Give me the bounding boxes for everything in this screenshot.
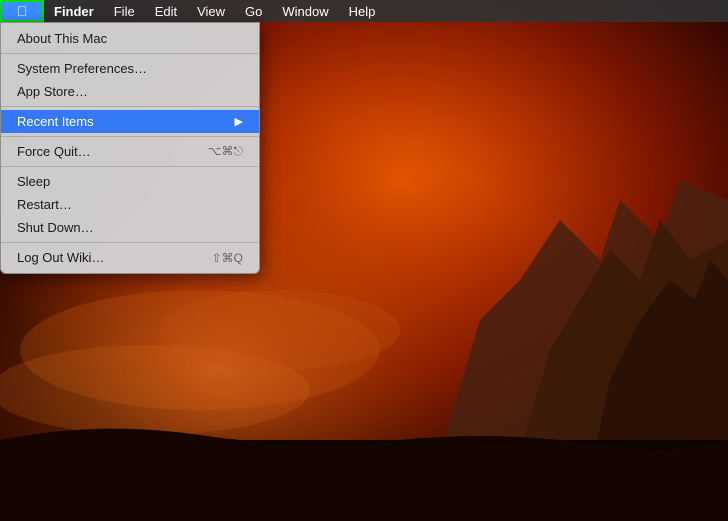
menubar-item-finder[interactable]: Finder [44, 0, 104, 22]
menubar-item-view[interactable]: View [187, 0, 235, 22]
menubar:  Finder File Edit View Go Window Help [0, 0, 728, 22]
menu-item-force-quit-label: Force Quit… [17, 144, 208, 159]
menu-divider-4 [1, 166, 259, 167]
menu-item-logout[interactable]: Log Out Wiki… ⇧⌘Q [1, 246, 259, 269]
menu-divider-1 [1, 53, 259, 54]
menu-item-force-quit-shortcut: ⌥⌘⎋ [208, 144, 243, 159]
menu-item-sleep-label: Sleep [17, 174, 243, 189]
menubar-items: Finder File Edit View Go Window Help [44, 0, 728, 22]
menu-item-restart[interactable]: Restart… [1, 193, 259, 216]
menubar-item-window[interactable]: Window [272, 0, 338, 22]
menu-item-system-prefs-label: System Preferences… [17, 61, 243, 76]
submenu-arrow-icon: ▶ [235, 115, 243, 128]
menu-item-system-prefs[interactable]: System Preferences… [1, 57, 259, 80]
apple-logo-icon:  [17, 4, 28, 18]
menu-item-app-store[interactable]: App Store… [1, 80, 259, 103]
menu-divider-3 [1, 136, 259, 137]
menubar-item-help[interactable]: Help [339, 0, 386, 22]
menu-item-shutdown[interactable]: Shut Down… [1, 216, 259, 239]
menubar-item-edit[interactable]: Edit [145, 0, 187, 22]
menu-item-logout-label: Log Out Wiki… [17, 250, 212, 265]
apple-menu-button[interactable]:  [0, 0, 44, 22]
apple-dropdown-menu: About This Mac System Preferences… App S… [0, 22, 260, 274]
menu-item-recent-items[interactable]: Recent Items ▶ [1, 110, 259, 133]
menu-item-force-quit[interactable]: Force Quit… ⌥⌘⎋ [1, 140, 259, 163]
menu-item-about[interactable]: About This Mac [1, 27, 259, 50]
menu-item-recent-items-label: Recent Items [17, 114, 235, 129]
menu-item-restart-label: Restart… [17, 197, 243, 212]
menu-divider-2 [1, 106, 259, 107]
menu-item-app-store-label: App Store… [17, 84, 243, 99]
menu-item-about-label: About This Mac [17, 31, 243, 46]
menu-divider-5 [1, 242, 259, 243]
menubar-item-go[interactable]: Go [235, 0, 272, 22]
menu-item-sleep[interactable]: Sleep [1, 170, 259, 193]
menu-item-logout-shortcut: ⇧⌘Q [212, 251, 243, 265]
menubar-item-file[interactable]: File [104, 0, 145, 22]
menu-item-shutdown-label: Shut Down… [17, 220, 243, 235]
